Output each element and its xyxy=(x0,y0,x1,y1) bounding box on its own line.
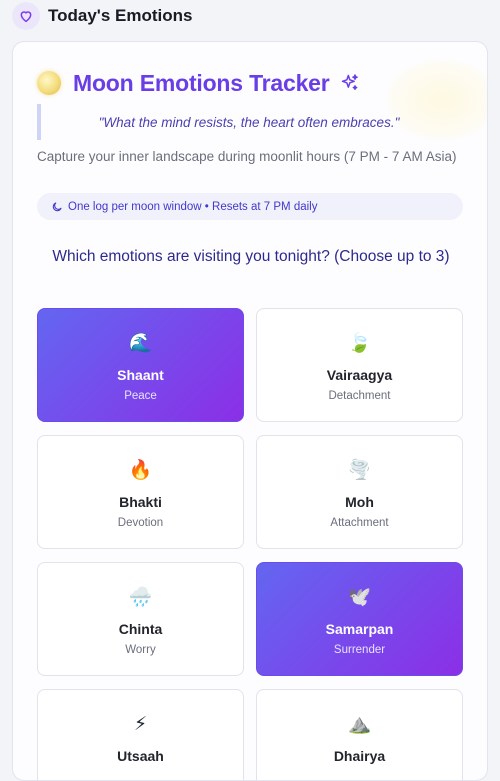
emotion-meaning: Worry xyxy=(125,644,156,656)
emotion-name: Samarpan xyxy=(325,621,394,637)
page-header: Today's Emotions xyxy=(12,2,192,30)
emotion-name: Chinta xyxy=(118,621,163,637)
quote: "What the mind resists, the heart often … xyxy=(37,104,457,140)
emotion-tile-samarpan[interactable]: 🕊️ Samarpan Surrender xyxy=(256,562,463,676)
emotion-tile-vairaagya[interactable]: 🍃 Vairaagya Detachment xyxy=(256,308,463,422)
moon-tracker-card: Moon Emotions Tracker "What the mind res… xyxy=(12,41,488,781)
policy-badge: One log per moon window • Resets at 7 PM… xyxy=(37,193,463,220)
emotion-name: Moh xyxy=(345,494,374,510)
moon-outline-icon xyxy=(52,201,62,211)
lightning-icon: ⚡ xyxy=(133,714,148,735)
emotion-grid: 🌊 Shaant Peace 🍃 Vairaagya Detachment 🔥 … xyxy=(37,308,463,780)
emotion-meaning: Attachment xyxy=(330,517,389,529)
rain-cloud-icon: 🌧️ xyxy=(128,587,153,608)
emotion-name: Vairaagya xyxy=(326,367,393,383)
tracker-title: Moon Emotions Tracker xyxy=(73,69,330,96)
tracker-title-row: Moon Emotions Tracker xyxy=(37,68,360,98)
tornado-icon: 🌪️ xyxy=(347,460,372,481)
emotion-meaning: Detachment xyxy=(328,390,391,402)
leaf-icon: 🍃 xyxy=(347,333,372,354)
emotion-tile-dhairya[interactable]: ⛰️ Dhairya xyxy=(256,689,463,780)
sparkle-icon xyxy=(340,73,360,93)
page-title: Today's Emotions xyxy=(48,6,193,25)
emotion-meaning: Devotion xyxy=(117,517,164,529)
mountain-icon: ⛰️ xyxy=(347,714,372,735)
emotion-tile-moh[interactable]: 🌪️ Moh Attachment xyxy=(256,435,463,549)
emotion-tile-shaant[interactable]: 🌊 Shaant Peace xyxy=(37,308,244,422)
emotion-tile-bhakti[interactable]: 🔥 Bhakti Devotion xyxy=(37,435,244,549)
emotion-name: Bhakti xyxy=(119,494,162,510)
tracker-subtitle: Capture your inner landscape during moon… xyxy=(37,149,457,164)
emotion-tile-chinta[interactable]: 🌧️ Chinta Worry xyxy=(37,562,244,676)
dove-icon: 🕊️ xyxy=(347,587,372,608)
heart-icon xyxy=(12,2,40,30)
emotion-name: Dhairya xyxy=(333,748,386,764)
policy-text: One log per moon window • Resets at 7 PM… xyxy=(68,200,318,213)
wave-icon: 🌊 xyxy=(128,333,153,354)
emotion-name: Utsaah xyxy=(117,748,164,764)
emotion-name: Shaant xyxy=(117,367,164,383)
emotion-tile-utsaah[interactable]: ⚡ Utsaah xyxy=(37,689,244,780)
fire-icon: 🔥 xyxy=(128,460,153,481)
emotion-meaning: Surrender xyxy=(333,644,386,656)
emotion-meaning: Peace xyxy=(124,390,157,402)
moon-icon xyxy=(37,71,61,95)
emotion-question: Which emotions are visiting you tonight?… xyxy=(52,248,450,265)
